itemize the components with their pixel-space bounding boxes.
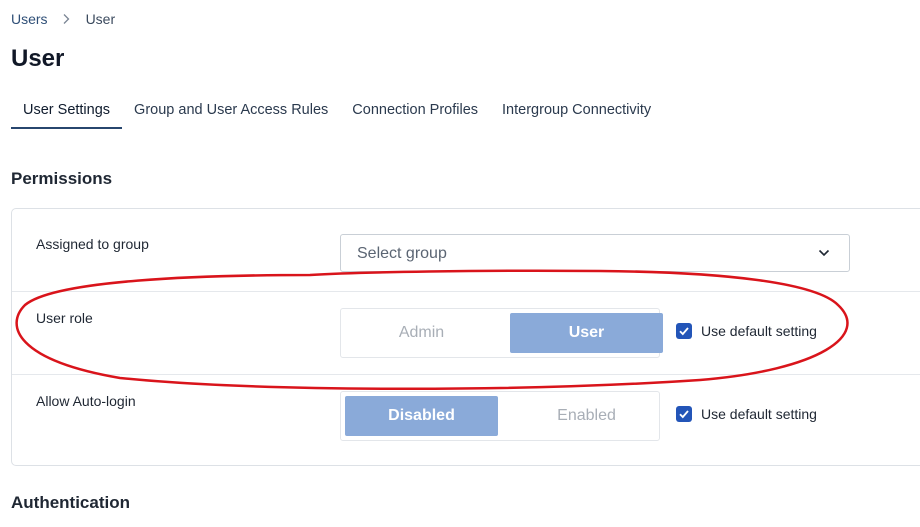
autologin-option-disabled[interactable]: Disabled xyxy=(345,396,498,436)
breadcrumb-link-users[interactable]: Users xyxy=(11,11,48,27)
group-select[interactable]: Select group xyxy=(340,234,850,272)
tab-connection-profiles[interactable]: Connection Profiles xyxy=(340,96,490,129)
chevron-right-icon xyxy=(63,14,69,24)
checkbox-checked-icon xyxy=(676,323,692,339)
tab-bar: User Settings Group and User Access Rule… xyxy=(11,96,663,129)
row-assigned-group: Assigned to group Select group xyxy=(12,209,920,291)
autologin-default-label: Use default setting xyxy=(701,406,817,422)
user-role-label: User role xyxy=(36,310,93,326)
chevron-down-icon xyxy=(818,249,830,257)
section-title-permissions: Permissions xyxy=(11,169,113,188)
autologin-default-checkbox[interactable]: Use default setting xyxy=(676,406,817,422)
breadcrumb-current: User xyxy=(85,11,116,27)
page-title: User xyxy=(11,45,65,72)
auto-login-toggle: Disabled Enabled xyxy=(340,391,660,441)
section-title-authentication: Authentication xyxy=(11,493,130,512)
permissions-card: Assigned to group Select group User role… xyxy=(11,208,920,466)
auto-login-label: Allow Auto-login xyxy=(36,393,136,409)
role-option-admin[interactable]: Admin xyxy=(345,313,498,353)
autologin-option-enabled[interactable]: Enabled xyxy=(510,396,663,436)
checkbox-checked-icon xyxy=(676,406,692,422)
group-select-value: Select group xyxy=(357,245,447,262)
tab-group-and-user-access-rules[interactable]: Group and User Access Rules xyxy=(122,96,340,129)
user-role-toggle: Admin User xyxy=(340,308,663,358)
breadcrumb: Users User xyxy=(11,11,115,27)
row-auto-login: Allow Auto-login Disabled Enabled Use de… xyxy=(12,374,920,465)
assigned-group-label: Assigned to group xyxy=(36,236,149,252)
role-option-user[interactable]: User xyxy=(510,313,663,353)
tab-intergroup-connectivity[interactable]: Intergroup Connectivity xyxy=(490,96,663,129)
role-default-label: Use default setting xyxy=(701,323,817,339)
row-user-role: User role Admin User Use default setting xyxy=(12,291,920,375)
role-default-checkbox[interactable]: Use default setting xyxy=(676,323,817,339)
tab-user-settings[interactable]: User Settings xyxy=(11,96,123,129)
